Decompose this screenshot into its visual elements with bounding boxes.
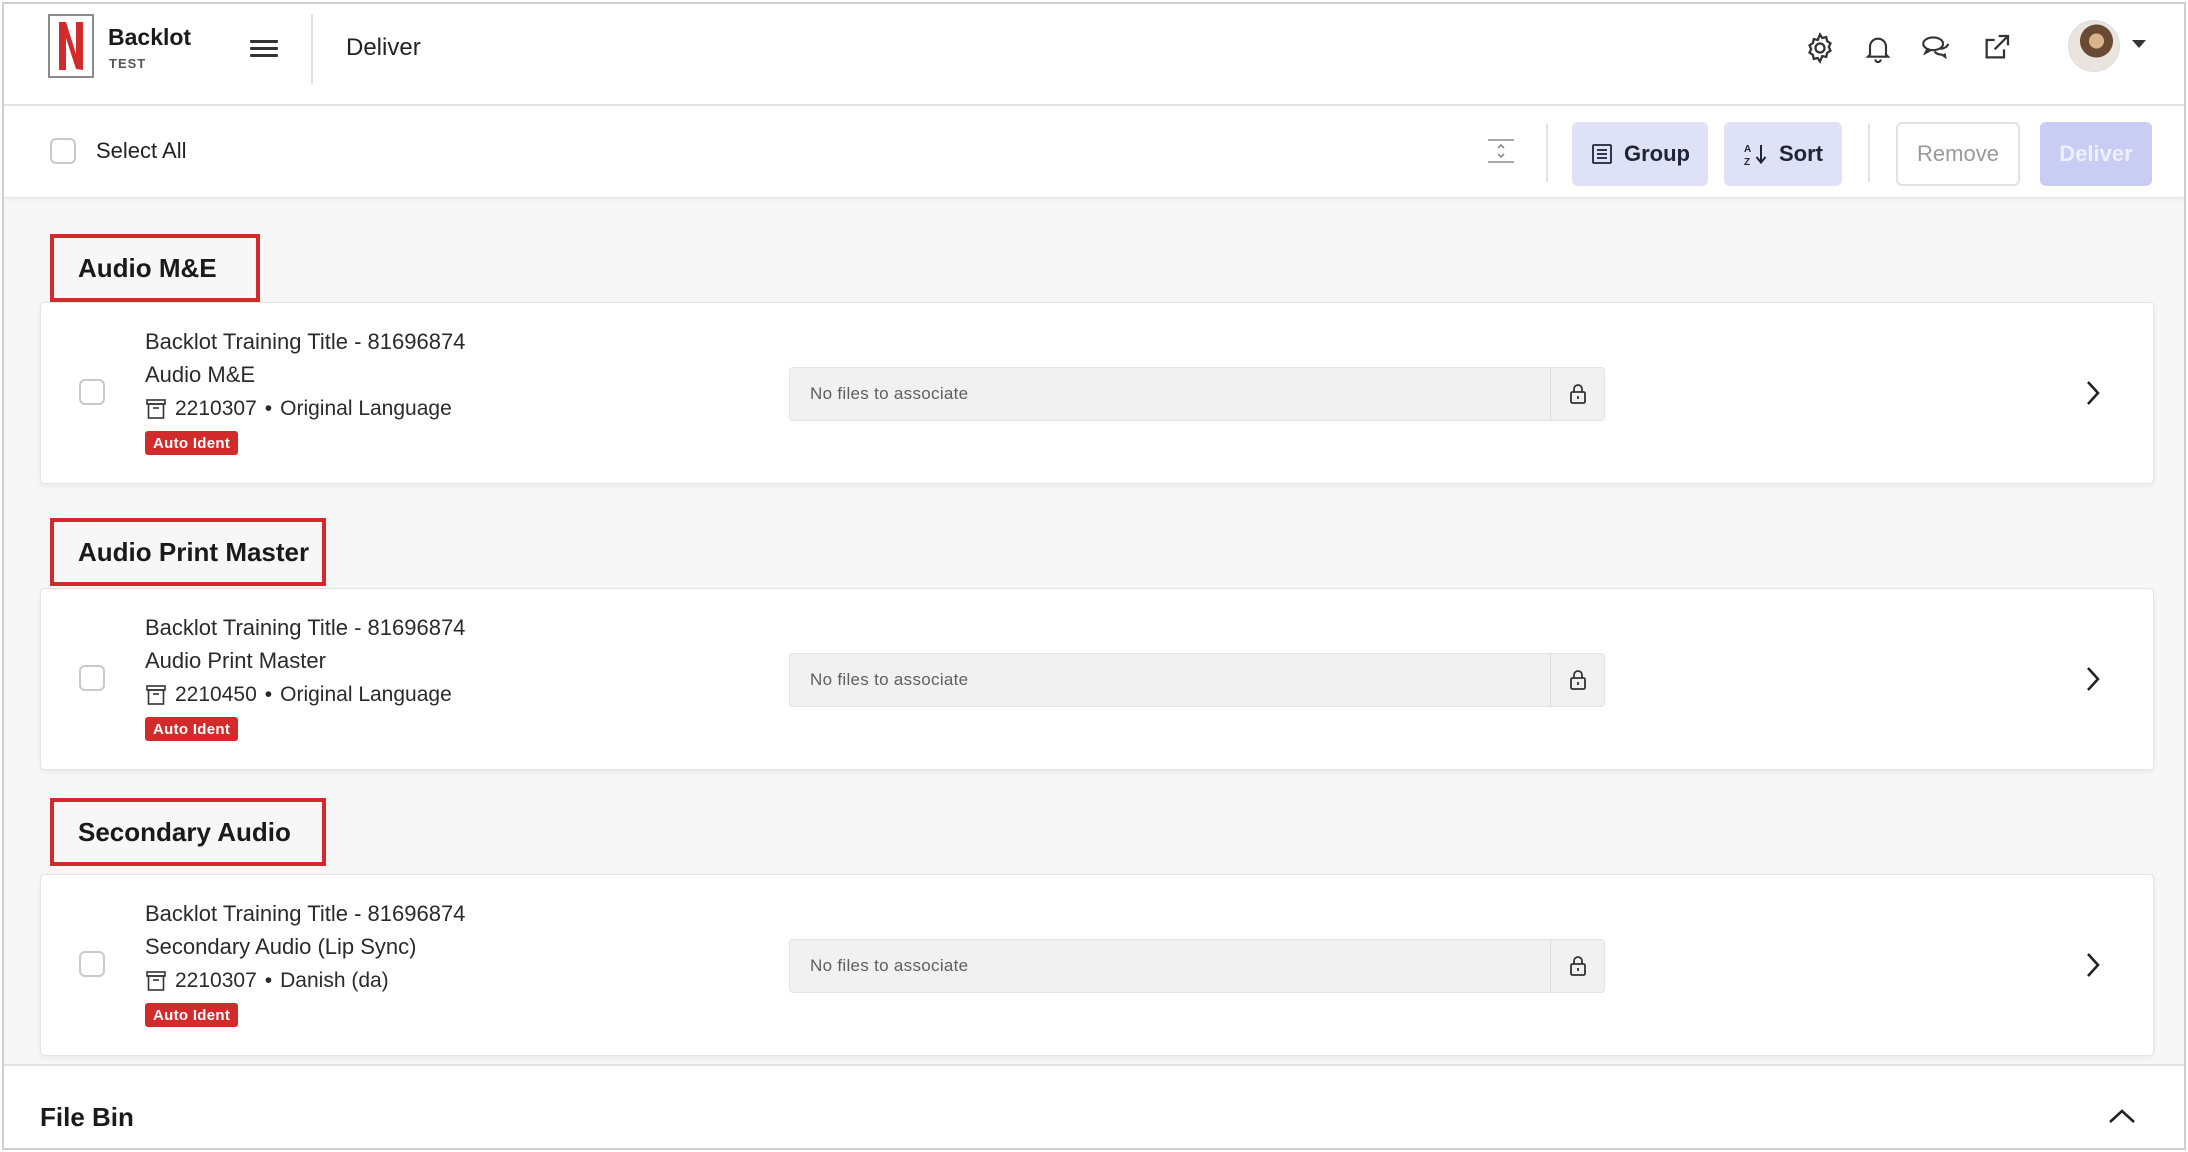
sort-button-label: Sort	[1779, 141, 1823, 166]
sort-az-icon: A Z	[1744, 144, 1767, 167]
archive-icon	[146, 399, 166, 419]
app-window: Backlot TEST Deliver Select All Group A …	[2, 2, 2186, 1150]
chevron-right-icon[interactable]	[2073, 373, 2113, 413]
netflix-n-icon	[59, 22, 83, 70]
row-density-icon[interactable]	[1484, 136, 1518, 166]
section-header-audio-me: Audio M&E	[50, 234, 260, 302]
files-field-text: No files to associate	[810, 384, 969, 403]
svg-text:Z: Z	[1744, 157, 1750, 167]
deliver-button-label: Deliver	[2059, 141, 2133, 166]
item-title: Backlot Training Title - 81696874	[145, 615, 466, 640]
delivery-item-card[interactable]: Backlot Training Title - 81696874 Second…	[40, 874, 2154, 1056]
item-meta: 2210307 • Danish (da)	[145, 969, 389, 993]
chevron-down-icon[interactable]	[2132, 40, 2146, 48]
action-toolbar: Select All Group A Z Sort Remove Deliver	[4, 106, 2184, 198]
item-id: 2210450	[175, 683, 257, 706]
brand-name: Backlot	[108, 24, 192, 50]
files-association-field[interactable]: No files to associate	[789, 367, 1605, 421]
archive-icon	[146, 685, 166, 705]
lock-icon[interactable]	[1550, 940, 1604, 992]
item-language: Original Language	[280, 397, 452, 420]
item-title: Backlot Training Title - 81696874	[145, 901, 466, 926]
item-subtitle: Audio Print Master	[145, 648, 326, 673]
item-id: 2210307	[175, 969, 257, 992]
auto-ident-badge: Auto Ident	[145, 1003, 239, 1027]
section-header-audio-print-master: Audio Print Master	[50, 518, 326, 586]
auto-ident-badge: Auto Ident	[145, 431, 239, 455]
chat-icon[interactable]	[1916, 28, 1956, 68]
menu-icon[interactable]	[250, 36, 278, 60]
settings-icon[interactable]	[1800, 28, 1840, 68]
group-button[interactable]: Group	[1572, 122, 1708, 186]
top-header: Backlot TEST Deliver	[4, 4, 2184, 106]
remove-button[interactable]: Remove	[1896, 122, 2020, 186]
select-all-label: Select All	[96, 138, 187, 163]
auto-ident-badge: Auto Ident	[145, 717, 239, 741]
brand-environment: TEST	[109, 56, 147, 71]
row-checkbox[interactable]	[79, 665, 105, 691]
toolbar-divider	[1546, 124, 1548, 182]
bell-icon[interactable]	[1858, 28, 1898, 68]
header-divider	[311, 14, 313, 84]
item-title: Backlot Training Title - 81696874	[145, 329, 466, 354]
meta-separator: •	[264, 683, 273, 706]
sort-button[interactable]: A Z Sort	[1724, 122, 1842, 186]
row-checkbox[interactable]	[79, 951, 105, 977]
file-bin-panel: File Bin	[4, 1064, 2184, 1148]
remove-button-label: Remove	[1917, 141, 1999, 166]
group-button-label: Group	[1624, 141, 1690, 166]
item-language: Danish (da)	[280, 969, 389, 992]
files-field-text: No files to associate	[810, 956, 969, 975]
section-header-secondary-audio: Secondary Audio	[50, 798, 326, 866]
item-id: 2210307	[175, 397, 257, 420]
lock-icon[interactable]	[1550, 654, 1604, 706]
chevron-right-icon[interactable]	[2073, 659, 2113, 699]
section-title: Secondary Audio	[78, 816, 291, 847]
files-association-field[interactable]: No files to associate	[789, 939, 1605, 993]
svg-text:A: A	[1744, 144, 1751, 155]
meta-separator: •	[264, 397, 273, 420]
item-meta: 2210450 • Original Language	[145, 683, 452, 707]
item-subtitle: Secondary Audio (Lip Sync)	[145, 934, 417, 959]
files-field-text: No files to associate	[810, 670, 969, 689]
files-association-field[interactable]: No files to associate	[789, 653, 1605, 707]
delivery-item-card[interactable]: Backlot Training Title - 81696874 Audio …	[40, 588, 2154, 770]
deliver-button[interactable]: Deliver	[2040, 122, 2152, 186]
list-icon	[1592, 144, 1612, 164]
toolbar-divider	[1868, 124, 1870, 182]
lock-icon[interactable]	[1550, 368, 1604, 420]
external-link-icon[interactable]	[1976, 28, 2016, 68]
meta-separator: •	[264, 969, 273, 992]
item-subtitle: Audio M&E	[145, 362, 256, 387]
chevron-right-icon[interactable]	[2073, 945, 2113, 985]
page-title: Deliver	[346, 34, 421, 61]
file-bin-title: File Bin	[40, 1102, 134, 1132]
item-meta: 2210307 • Original Language	[145, 397, 452, 421]
section-title: Audio Print Master	[78, 536, 310, 567]
select-all-checkbox[interactable]	[50, 138, 76, 164]
chevron-up-icon[interactable]	[2102, 1096, 2142, 1136]
section-title: Audio M&E	[78, 252, 217, 283]
netflix-logo[interactable]	[48, 14, 94, 78]
row-checkbox[interactable]	[79, 379, 105, 405]
user-avatar[interactable]	[2068, 20, 2120, 72]
item-language: Original Language	[280, 683, 452, 706]
archive-icon	[146, 971, 166, 991]
delivery-item-card[interactable]: Backlot Training Title - 81696874 Audio …	[40, 302, 2154, 484]
